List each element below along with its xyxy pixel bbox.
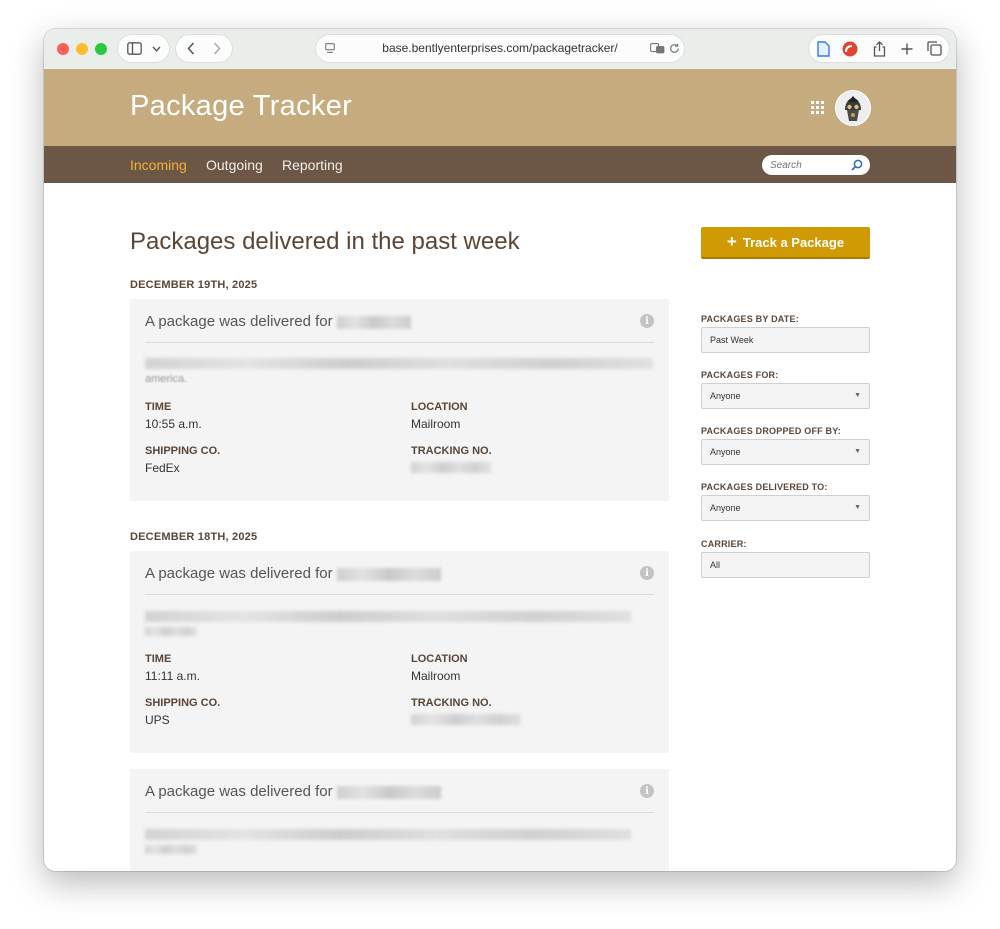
track-package-button[interactable]: + Track a Package — [701, 227, 870, 259]
filter-date-field[interactable]: Past Week — [701, 327, 870, 353]
sidebar-toggle[interactable] — [118, 35, 169, 62]
redacted-description — [145, 627, 197, 636]
time-value: 11:11 a.m. — [145, 669, 200, 683]
zoom-window-button[interactable] — [95, 43, 107, 55]
filter-label-carrier: CARRIER: — [701, 539, 747, 549]
location-label: LOCATION — [411, 653, 468, 665]
delivery-card: A package was delivered for i america. T… — [130, 299, 669, 501]
dropdown-caret-icon: ▼ — [854, 448, 861, 455]
track-package-label: Track a Package — [742, 235, 845, 250]
main-nav: Incoming Outgoing Reporting — [44, 146, 956, 183]
tracking-label: TRACKING NO. — [411, 445, 492, 457]
dropdown-caret-icon: ▼ — [854, 392, 861, 399]
card-title: A package was delivered for — [145, 565, 441, 582]
redacted-recipient — [336, 567, 441, 581]
filter-carrier-field[interactable]: All — [701, 552, 870, 578]
app-header: Package Tracker — [44, 69, 956, 146]
search-icon[interactable] — [850, 158, 864, 172]
chevron-down-icon[interactable] — [150, 43, 162, 55]
browser-window: base.bentlyenterprises.com/packagetracke… — [44, 29, 956, 871]
card-title-text: A package was delivered for — [145, 313, 333, 330]
translate-icon[interactable] — [649, 42, 665, 55]
toolbar-actions — [809, 35, 949, 62]
apps-grid-icon[interactable] — [811, 101, 824, 114]
main-content: Packages delivered in the past week DECE… — [44, 183, 956, 871]
redacted-description — [145, 358, 653, 369]
info-icon[interactable]: i — [640, 314, 654, 328]
card-title-text: A package was delivered for — [145, 783, 333, 800]
filter-date-value: Past Week — [710, 335, 754, 345]
info-icon[interactable]: i — [640, 566, 654, 580]
filter-label-date: PACKAGES BY DATE: — [701, 314, 799, 324]
time-label: TIME — [145, 653, 172, 665]
nav-incoming[interactable]: Incoming — [130, 157, 187, 173]
filter-carrier-value: All — [710, 560, 721, 570]
new-tab-plus-icon[interactable] — [899, 40, 915, 57]
location-label: LOCATION — [411, 401, 468, 413]
plus-icon: + — [726, 232, 737, 251]
url-text: base.bentlyenterprises.com/packagetracke… — [382, 41, 618, 55]
filter-label-for: PACKAGES FOR: — [701, 370, 779, 380]
history-nav — [176, 35, 232, 62]
reload-icon[interactable] — [668, 42, 680, 55]
dropdown-caret-icon: ▼ — [854, 504, 861, 511]
filter-label-dropped-off: PACKAGES DROPPED OFF BY: — [701, 426, 841, 436]
nav-reporting[interactable]: Reporting — [282, 157, 343, 173]
shipping-label: SHIPPING CO. — [145, 697, 221, 709]
extension-icon[interactable] — [841, 40, 859, 57]
filter-for-select[interactable]: Anyone ▼ — [701, 383, 870, 409]
filter-dropped-off-value: Anyone — [710, 447, 741, 457]
time-value: 10:55 a.m. — [145, 417, 202, 431]
card-title-text: A package was delivered for — [145, 565, 333, 582]
shipping-label: SHIPPING CO. — [145, 445, 221, 457]
redacted-description — [145, 829, 631, 840]
search-input[interactable] — [770, 157, 848, 173]
app-title[interactable]: Package Tracker — [130, 90, 352, 123]
address-bar[interactable]: base.bentlyenterprises.com/packagetracke… — [316, 35, 684, 62]
filter-delivered-to-select[interactable]: Anyone ▼ — [701, 495, 870, 521]
filter-for-value: Anyone — [710, 391, 741, 401]
card-title: A package was delivered for — [145, 313, 411, 330]
info-icon[interactable]: i — [640, 784, 654, 798]
back-arrow-icon[interactable] — [184, 41, 198, 56]
tab-overview-icon[interactable] — [926, 40, 943, 57]
redacted-recipient — [336, 785, 441, 799]
divider — [145, 812, 654, 813]
filter-dropped-off-select[interactable]: Anyone ▼ — [701, 439, 870, 465]
search-box — [762, 155, 870, 175]
share-icon[interactable] — [871, 40, 887, 57]
divider — [145, 594, 654, 595]
avatar[interactable] — [835, 90, 871, 126]
description-tail: america. — [145, 373, 188, 385]
shipping-value: FedEx — [145, 461, 180, 475]
date-header: DECEMBER 19TH, 2025 — [130, 279, 258, 291]
forward-arrow-icon[interactable] — [210, 41, 224, 56]
minimize-window-button[interactable] — [76, 43, 88, 55]
document-icon[interactable] — [815, 40, 831, 57]
tracking-label: TRACKING NO. — [411, 697, 492, 709]
card-title: A package was delivered for — [145, 783, 441, 800]
delivery-card: A package was delivered for i TIME 11:11… — [130, 551, 669, 753]
divider — [145, 342, 654, 343]
location-value: Mailroom — [411, 669, 461, 683]
browser-toolbar: base.bentlyenterprises.com/packagetracke… — [44, 29, 956, 69]
close-window-button[interactable] — [57, 43, 69, 55]
redacted-tracking-number — [411, 714, 521, 725]
filter-label-delivered-to: PACKAGES DELIVERED TO: — [701, 482, 828, 492]
location-value: Mailroom — [411, 417, 461, 431]
filter-delivered-to-value: Anyone — [710, 503, 741, 513]
date-header: DECEMBER 18TH, 2025 — [130, 531, 258, 543]
redacted-description — [145, 845, 197, 854]
time-label: TIME — [145, 401, 172, 413]
nav-outgoing[interactable]: Outgoing — [206, 157, 263, 173]
page-title: Packages delivered in the past week — [130, 228, 520, 255]
shipping-value: UPS — [145, 713, 170, 727]
redacted-tracking-number — [411, 462, 491, 473]
delivery-card: A package was delivered for i — [130, 769, 669, 871]
sidebar-icon — [126, 41, 142, 56]
redacted-description — [145, 611, 631, 622]
redacted-recipient — [336, 315, 411, 329]
